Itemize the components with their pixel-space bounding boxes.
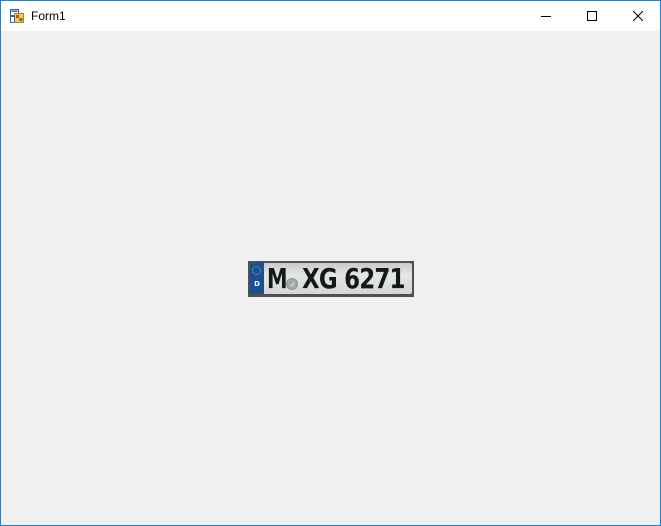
license-plate: D M XG 6271 xyxy=(250,263,412,294)
minimize-icon xyxy=(541,16,551,17)
registration-seal-icon xyxy=(286,278,298,290)
license-plate-picture: D M XG 6271 xyxy=(248,261,414,297)
title-bar[interactable]: Form1 xyxy=(1,1,660,31)
window-title: Form1 xyxy=(31,9,66,23)
plate-district: M xyxy=(267,262,288,295)
maximize-button[interactable] xyxy=(569,1,615,31)
eu-stars-icon xyxy=(252,266,261,275)
eu-band: D xyxy=(250,263,264,294)
form1-window: Form1 D M XG 6271 xyxy=(0,0,661,526)
plate-country-code: D xyxy=(254,280,260,288)
close-button[interactable] xyxy=(615,1,660,31)
form-client-area: D M XG 6271 xyxy=(1,31,660,525)
plate-number: XG 6271 xyxy=(302,262,406,295)
maximize-icon xyxy=(587,11,597,21)
minimize-button[interactable] xyxy=(523,1,569,31)
app-icon xyxy=(10,9,24,23)
close-icon xyxy=(633,11,643,21)
